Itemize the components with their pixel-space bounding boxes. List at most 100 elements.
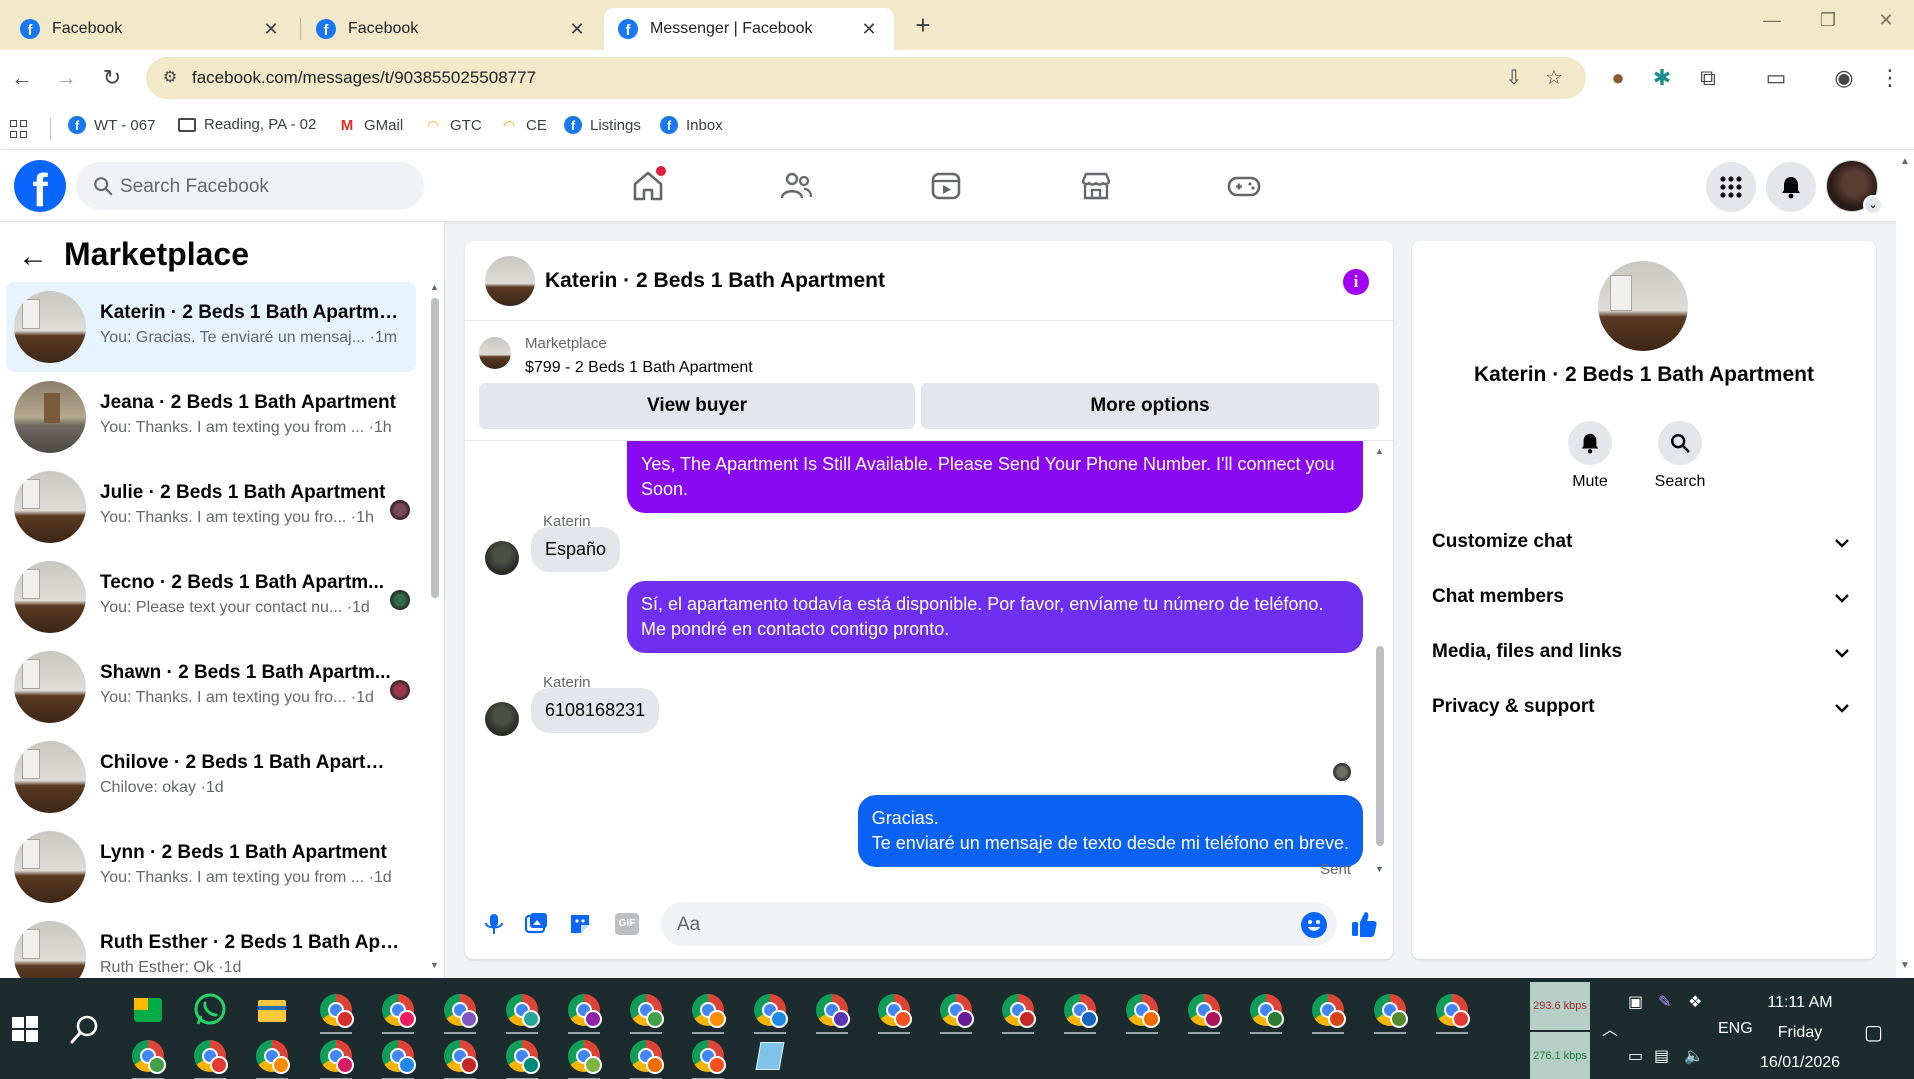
chat-item[interactable]: Chilove · 2 Beds 1 Bath Apartment Chilov… xyxy=(6,732,416,822)
back-arrow-icon[interactable]: ← xyxy=(18,242,48,272)
close-tab-icon[interactable]: ✕ xyxy=(858,19,880,40)
scroll-up-icon[interactable]: ▲ xyxy=(1375,446,1384,456)
taskbar-search-icon[interactable] xyxy=(68,1012,102,1046)
more-options-button[interactable]: More options xyxy=(921,383,1379,429)
chrome-profile-icon[interactable] xyxy=(688,1036,728,1079)
battery-icon[interactable]: ▭ xyxy=(1628,1046,1643,1066)
extension-icon[interactable]: ✱ xyxy=(1648,64,1676,92)
sticker-icon[interactable] xyxy=(567,911,593,937)
file-explorer-icon[interactable] xyxy=(252,990,292,1030)
windows-start-icon[interactable] xyxy=(10,1014,40,1044)
chrome-profile-icon[interactable] xyxy=(1122,990,1162,1034)
chat-item[interactable]: Ruth Esther · 2 Beds 1 Bath Apar... Ruth… xyxy=(6,912,416,978)
scrollbar-thumb[interactable] xyxy=(1376,646,1384,846)
chrome-profile-icon[interactable] xyxy=(378,990,418,1034)
bookmark-reading-pa[interactable]: Reading, PA - 02 xyxy=(178,116,316,133)
gaming-icon[interactable] xyxy=(1226,168,1262,204)
whatsapp-icon[interactable] xyxy=(190,990,230,1030)
notifications-button[interactable] xyxy=(1766,162,1816,212)
chat-item[interactable]: Katerin · 2 Beds 1 Bath Apartment You: G… xyxy=(6,282,416,372)
chrome-profile-icon[interactable] xyxy=(626,1036,666,1079)
apps-grid-icon[interactable] xyxy=(10,120,28,138)
chrome-profile-icon[interactable] xyxy=(564,990,604,1034)
emoji-icon[interactable] xyxy=(1301,912,1327,938)
browser-tab-3-active[interactable]: f Messenger | Facebook ✕ xyxy=(604,8,894,50)
outgoing-message[interactable]: Sí, el apartamento todavía está disponib… xyxy=(627,581,1363,653)
address-bar[interactable]: ⚙ facebook.com/messages/t/90385502550877… xyxy=(146,57,1586,99)
chat-members-section[interactable]: Chat members xyxy=(1432,586,1862,626)
scroll-down-icon[interactable]: ▼ xyxy=(430,960,439,970)
chrome-profile-icon[interactable] xyxy=(936,990,976,1034)
install-app-icon[interactable]: ⇩ xyxy=(1502,66,1526,90)
scroll-up-icon[interactable]: ▲ xyxy=(1900,156,1910,167)
facebook-logo-icon[interactable]: f xyxy=(14,160,66,212)
account-avatar[interactable]: ⌄ xyxy=(1826,160,1883,215)
network-icon[interactable]: ▤ xyxy=(1654,1046,1669,1066)
tab-search-icon[interactable]: ▭ xyxy=(1762,64,1790,92)
chat-list-scrollbar[interactable]: ▲ ▼ xyxy=(430,282,440,972)
tray-pen-icon[interactable]: ✎ xyxy=(1658,992,1671,1012)
chrome-profile-icon[interactable] xyxy=(1246,990,1286,1034)
chrome-profile-icon[interactable] xyxy=(1370,990,1410,1034)
restore-icon[interactable]: ❐ xyxy=(1808,10,1848,31)
dropbox-icon[interactable]: ❖ xyxy=(1688,992,1702,1012)
incoming-message[interactable]: 6108168231 xyxy=(531,688,660,733)
chrome-profile-icon[interactable] xyxy=(316,1036,356,1079)
bookmark-ce[interactable]: ◠ CE xyxy=(500,116,547,134)
notification-center-icon[interactable]: ▢ xyxy=(1864,1020,1883,1045)
bookmark-wt-067[interactable]: f WT - 067 xyxy=(68,116,155,134)
scroll-down-icon[interactable]: ▼ xyxy=(1900,960,1910,971)
bookmark-inbox[interactable]: f Inbox xyxy=(660,116,723,134)
photo-icon[interactable] xyxy=(523,911,549,937)
browser-tab-1[interactable]: f Facebook ✕ xyxy=(6,8,296,50)
chrome-profile-icon[interactable] xyxy=(190,1036,230,1079)
chrome-profile-icon[interactable] xyxy=(1432,990,1472,1034)
chat-item[interactable]: Julie · 2 Beds 1 Bath Apartment You: Tha… xyxy=(6,462,416,552)
listing-title[interactable]: $799 - 2 Beds 1 Bath Apartment xyxy=(525,359,753,377)
bookmark-gtc[interactable]: ◠ GTC xyxy=(424,116,482,134)
chrome-profile-icon[interactable] xyxy=(440,1036,480,1079)
system-clock[interactable]: 11:11 AM Friday 16/01/2026 xyxy=(1760,988,1840,1078)
chrome-profile-icon[interactable] xyxy=(812,990,852,1034)
menu-grid-button[interactable] xyxy=(1706,162,1756,212)
site-info-icon[interactable]: ⚙ xyxy=(160,68,180,88)
conversation-thumbnail[interactable] xyxy=(485,256,535,306)
search-placeholder[interactable]: Search Facebook xyxy=(120,176,269,198)
chrome-profile-icon[interactable] xyxy=(440,990,480,1034)
gif-icon[interactable]: GIF xyxy=(615,913,639,935)
chrome-profile-icon[interactable] xyxy=(1184,990,1224,1034)
notepad-icon[interactable] xyxy=(750,1036,790,1076)
chrome-profile-icon[interactable] xyxy=(252,1036,292,1079)
thumbs-up-icon[interactable] xyxy=(1349,909,1379,939)
bookmark-star-icon[interactable]: ☆ xyxy=(1542,66,1566,90)
chrome-profile-icon[interactable] xyxy=(316,990,356,1034)
mute-action[interactable]: Mute xyxy=(1560,421,1620,491)
scroll-down-icon[interactable]: ▼ xyxy=(1375,864,1384,874)
message-input[interactable]: Aa xyxy=(661,902,1337,946)
chrome-profile-icon[interactable] xyxy=(626,990,666,1034)
meet-app-icon[interactable] xyxy=(128,990,168,1030)
info-icon[interactable]: i xyxy=(1343,269,1369,295)
forward-icon[interactable]: → xyxy=(52,64,80,92)
url-text[interactable]: facebook.com/messages/t/903855025508777 xyxy=(192,68,536,88)
chat-item[interactable]: Tecno · 2 Beds 1 Bath Apartm... You: Ple… xyxy=(6,552,416,642)
cookie-extension-icon[interactable]: ● xyxy=(1604,64,1632,92)
chrome-profile-icon[interactable] xyxy=(874,990,914,1034)
bookmark-listings[interactable]: f Listings xyxy=(564,116,641,134)
incoming-message[interactable]: Españo xyxy=(531,527,621,572)
close-tab-icon[interactable]: ✕ xyxy=(566,19,588,40)
browser-tab-2[interactable]: f Facebook ✕ xyxy=(302,8,602,50)
outgoing-message[interactable]: Yes, The Apartment Is Still Available. P… xyxy=(627,441,1363,513)
friends-icon[interactable] xyxy=(778,168,814,204)
extensions-puzzle-icon[interactable]: ⧉ xyxy=(1694,64,1722,92)
tray-app-icon[interactable]: ▣ xyxy=(1628,992,1643,1012)
bookmark-gmail[interactable]: M GMail xyxy=(338,116,403,134)
scroll-up-icon[interactable]: ▲ xyxy=(430,282,439,292)
chrome-profile-icon[interactable] xyxy=(502,1036,542,1079)
contact-avatar[interactable] xyxy=(485,541,519,575)
outgoing-message[interactable]: Gracias. Te enviaré un mensaje de texto … xyxy=(857,795,1363,867)
volume-icon[interactable]: 🔈 xyxy=(1684,1046,1704,1066)
close-window-icon[interactable]: ✕ xyxy=(1866,10,1906,31)
microphone-icon[interactable] xyxy=(481,911,507,937)
profile-icon[interactable]: ◉ xyxy=(1830,64,1858,92)
